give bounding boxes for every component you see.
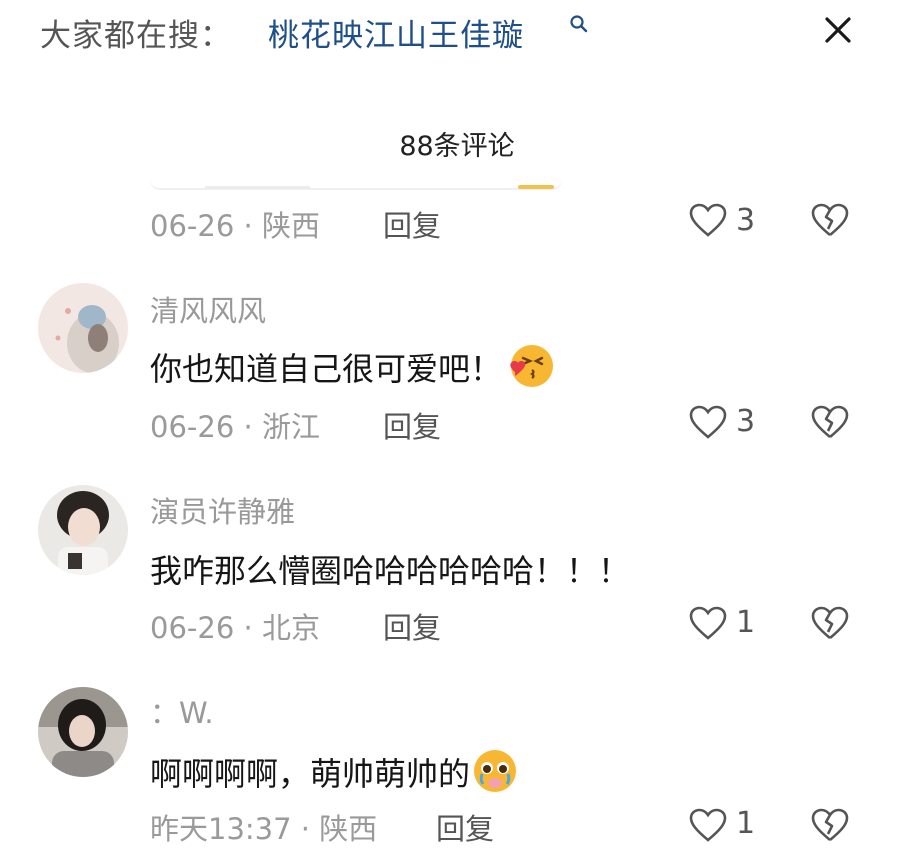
like-count: 1 [736, 806, 756, 841]
comment-text: 你也知道自己很可爱吧！ [150, 342, 556, 390]
heart-icon[interactable] [688, 605, 728, 641]
like-count: 3 [736, 203, 756, 238]
search-prefix: 大家都在搜： [40, 18, 232, 54]
comment-text: 啊啊啊啊，萌帅萌帅的 [150, 747, 520, 795]
broken-heart-icon[interactable] [810, 604, 850, 642]
username[interactable]: ：W. [150, 690, 214, 732]
heart-icon[interactable] [688, 404, 728, 440]
avatar[interactable] [38, 485, 128, 575]
comment-text-content: 你也知道自己很可爱吧！ [150, 350, 503, 388]
reply-button[interactable]: 回复 [436, 806, 494, 848]
comment-text: 我咋那么懵圈哈哈哈哈哈哈！！！ [150, 552, 631, 590]
close-icon[interactable] [822, 14, 854, 46]
comment-count-title: 88条评论 [399, 131, 515, 162]
comment-meta: 06-26 · 浙江 [150, 410, 320, 444]
comment-meta: 06-26 · 北京 [150, 611, 320, 645]
reply-button[interactable]: 回复 [383, 605, 441, 647]
broken-heart-icon[interactable] [810, 201, 850, 239]
heart-icon[interactable] [688, 202, 728, 238]
heart-icon[interactable] [688, 807, 728, 843]
previous-comment-image-edge [150, 180, 562, 190]
blowing-kiss-emoji-icon [510, 345, 554, 387]
avatar[interactable] [38, 687, 128, 777]
pleading-tears-emoji-icon [474, 750, 517, 792]
top-search-bar: 大家都在搜： 桃花映江山王佳璇 [0, 0, 914, 70]
reply-button[interactable]: 回复 [383, 404, 441, 446]
accent-mark [518, 185, 554, 189]
broken-heart-icon[interactable] [810, 403, 850, 441]
comment-text-content: 啊啊啊啊，萌帅萌帅的 [150, 755, 471, 793]
comment-meta: 06-26 · 陕西 [150, 209, 320, 243]
search-suggestion-link[interactable]: 桃花映江山王佳璇 [268, 10, 524, 55]
avatar[interactable] [38, 283, 128, 373]
comment-meta: 昨天13:37 · 陕西 [150, 812, 378, 846]
reply-button[interactable]: 回复 [383, 203, 441, 245]
search-icon[interactable] [569, 14, 589, 34]
divider [205, 186, 310, 189]
like-count: 1 [736, 605, 756, 640]
username[interactable]: 演员许静雅 [150, 489, 295, 531]
like-count: 3 [736, 404, 756, 439]
broken-heart-icon[interactable] [810, 806, 850, 844]
username[interactable]: 清风风风 [150, 288, 266, 330]
